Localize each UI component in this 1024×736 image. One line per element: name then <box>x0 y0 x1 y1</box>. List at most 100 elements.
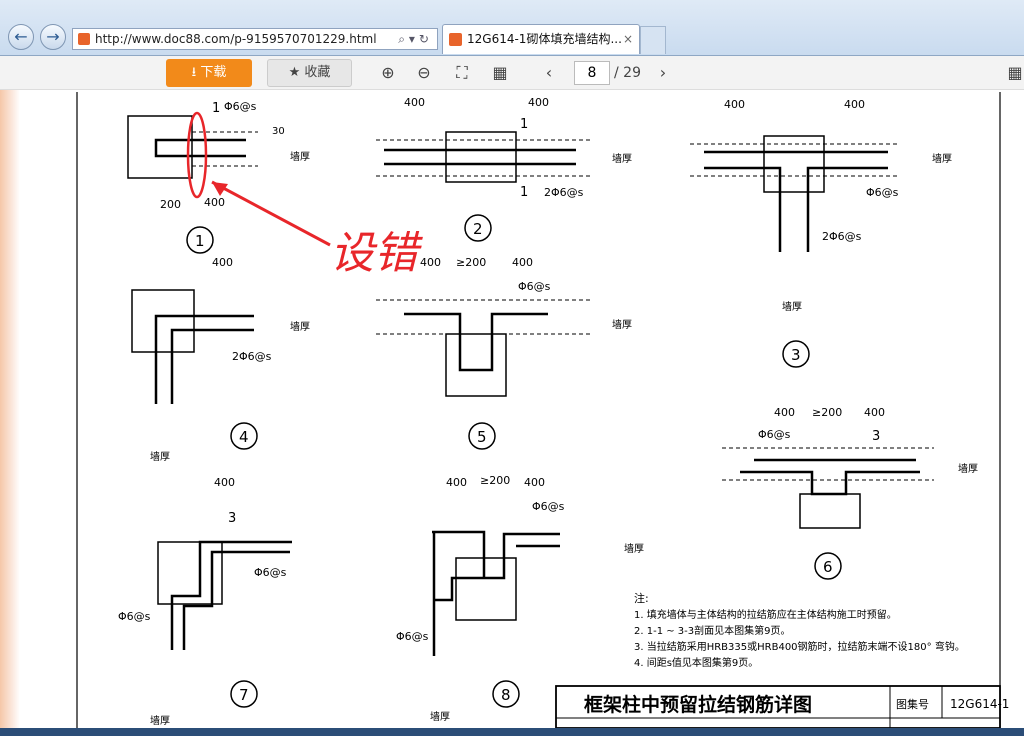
next-page-icon[interactable]: › <box>652 62 674 84</box>
address-tools-icon[interactable]: ⌕▾↻ <box>398 29 433 49</box>
two-phi-label: 2Φ6@s <box>544 186 584 199</box>
dim-400-left: 400 <box>774 406 795 419</box>
notes: 注: 1. 填充墙体与主体结构的拉结筋应在主体结构施工时预留。 2. 1-1 ~… <box>634 591 965 669</box>
phi-label: Φ6@s <box>254 566 287 579</box>
wall-thick-label: 墙厚 <box>958 462 978 475</box>
address-url: http://www.doc88.com/p-9159570701229.htm… <box>95 32 377 46</box>
detail-5: 400 ≥200 400 Φ6@s 墙厚 5 <box>376 256 632 450</box>
wall-thick-label-b: 墙厚 <box>430 710 450 723</box>
dim-ge200: ≥200 <box>480 474 510 487</box>
tab-close-icon[interactable]: × <box>623 25 633 53</box>
dim-400-right: 400 <box>844 98 865 111</box>
download-button[interactable]: ⭳ 下载 <box>166 59 252 87</box>
drawing-canvas: 1 Φ6@s 30 墙厚 200 400 1 设错 400 400 1 1 2Φ… <box>76 92 1009 730</box>
dim-400: 400 <box>212 256 233 269</box>
dim-400-left: 400 <box>446 476 467 489</box>
tab-active[interactable]: 12G614-1砌体填充墙结构... × <box>442 24 640 54</box>
favorite-label: 收藏 <box>304 65 331 80</box>
page-number-input[interactable]: 8 <box>574 61 610 85</box>
column-section <box>127 115 193 179</box>
column-section <box>445 333 507 397</box>
download-label: 下载 <box>200 65 227 80</box>
wall-thick-label: 墙厚 <box>290 150 310 163</box>
dim-400-right: 400 <box>512 256 533 269</box>
note-2: 2. 1-1 ~ 3-3剖面见本图集第9页。 <box>634 624 790 637</box>
sec1-label: 1 <box>212 101 220 116</box>
dim-ge200: ≥200 <box>812 406 842 419</box>
dim-400-left: 400 <box>724 98 745 111</box>
back-button[interactable]: ← <box>8 24 34 50</box>
tab-title: 12G614-1砌体填充墙结构... <box>467 32 622 46</box>
note-1: 1. 填充墙体与主体结构的拉结筋应在主体结构施工时预留。 <box>634 608 897 621</box>
wall-thick-label: 墙厚 <box>150 714 170 727</box>
annotation-text: 设错 <box>330 228 423 279</box>
detail-number: 8 <box>501 686 511 704</box>
note-4: 4. 间距s值见本图集第9页。 <box>634 656 758 669</box>
menu-icon[interactable]: ▦ <box>1004 62 1024 84</box>
phi-label-b: Φ6@s <box>396 630 429 643</box>
wall-thick-label: 墙厚 <box>932 152 952 165</box>
column-section <box>455 557 517 621</box>
dim-400-right: 400 <box>864 406 885 419</box>
annotation-arrow <box>211 180 331 247</box>
wall-thick-label-b: 墙厚 <box>150 450 170 463</box>
phi-label: Φ6@s <box>866 186 899 199</box>
fullscreen-icon[interactable]: ⛶ <box>451 62 473 84</box>
new-tab-button[interactable] <box>640 26 666 54</box>
wall-thick-label: 墙厚 <box>612 152 632 165</box>
page-total: / 29 <box>614 65 641 81</box>
favorite-button[interactable]: ★ 收藏 <box>267 59 352 87</box>
sec1-label-b: 1 <box>520 185 528 200</box>
zoom-out-icon[interactable]: ⊖ <box>413 62 435 84</box>
tie-bars <box>740 458 920 496</box>
phi-label: Φ6@s <box>758 428 791 441</box>
detail-number: 7 <box>239 686 249 704</box>
dim-200: 200 <box>160 198 181 211</box>
tab-favicon-icon <box>449 33 462 46</box>
wall-thick-label: 墙厚 <box>624 542 644 555</box>
detail-number: 3 <box>791 346 801 364</box>
forward-button[interactable]: → <box>40 24 66 50</box>
doc-toolbar: ⭳ 下载 ★ 收藏 ⊕ ⊖ ⛶ ▦ ‹ 8 / 29 › ▦ <box>0 56 1024 90</box>
grid-view-icon[interactable]: ▦ <box>489 62 511 84</box>
phi-label: Φ6@s <box>518 280 551 293</box>
detail-number: 5 <box>477 428 487 446</box>
phi-label: Φ6@s <box>224 100 257 113</box>
phi-label-b: Φ6@s <box>118 610 151 623</box>
detail-1: 1 Φ6@s 30 墙厚 200 400 1 <box>127 100 310 254</box>
detail-6: 400 ≥200 400 Φ6@s 3 墙厚 6 <box>722 406 978 580</box>
column-section <box>131 289 195 353</box>
dim-ge200: ≥200 <box>456 256 486 269</box>
two-phi-label: 2Φ6@s <box>232 350 272 363</box>
title-block: 框架柱中预留拉结钢筋详图 图集号 12G614-1 <box>555 685 1009 729</box>
phi-label: Φ6@s <box>532 500 565 513</box>
wall-outline <box>722 447 934 481</box>
atlas-label: 图集号 <box>896 697 929 711</box>
dim-400: 400 <box>204 196 225 209</box>
column-section <box>763 135 825 193</box>
prev-page-icon[interactable]: ‹ <box>538 62 560 84</box>
drawing-title: 框架柱中预留拉结钢筋详图 <box>584 693 812 716</box>
zoom-in-icon[interactable]: ⊕ <box>377 62 399 84</box>
dim-400-right: 400 <box>524 476 545 489</box>
dim-400-right: 400 <box>528 96 549 109</box>
site-favicon-icon <box>78 33 90 45</box>
detail-number: 6 <box>823 558 833 576</box>
sec1-label: 1 <box>520 117 528 132</box>
wall-outline <box>192 131 258 167</box>
note-3: 3. 当拉结筋采用HRB335或HRB400钢筋时，拉结筋末端不设180° 弯钩… <box>634 640 965 653</box>
column-section <box>799 493 861 529</box>
taskbar <box>0 728 1024 736</box>
dim-400-left: 400 <box>404 96 425 109</box>
address-bar[interactable]: http://www.doc88.com/p-9159570701229.htm… <box>72 28 438 50</box>
sec3-label: 3 <box>872 429 880 444</box>
detail-2: 400 400 1 1 2Φ6@s 墙厚 2 <box>376 96 632 242</box>
left-sidebar-decoration <box>0 90 20 730</box>
notes-title: 注: <box>634 591 649 605</box>
two-phi-label: 2Φ6@s <box>822 230 862 243</box>
dim-400-left: 400 <box>420 256 441 269</box>
document-page: 1 Φ6@s 30 墙厚 200 400 1 设错 400 400 1 1 2Φ… <box>20 90 1024 730</box>
wall-thick-label: 墙厚 <box>612 318 632 331</box>
star-icon: ★ <box>288 65 305 80</box>
detail-number: 4 <box>239 428 249 446</box>
